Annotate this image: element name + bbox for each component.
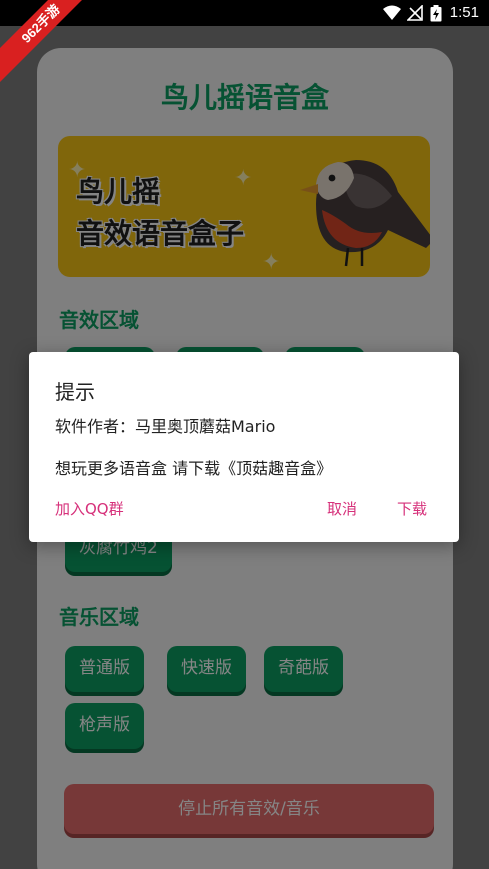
join-qq-group-button[interactable]: 加入QQ群 xyxy=(55,498,124,519)
wifi-icon xyxy=(383,5,401,25)
dialog-author-text: 软件作者：马里奥顶蘑菇Mario xyxy=(55,417,276,436)
dialog-download-hint: 想玩更多语音盒 请下载《顶菇趣音盒》 xyxy=(55,459,333,478)
download-button[interactable]: 下载 xyxy=(397,498,427,519)
battery-charging-icon xyxy=(430,5,442,26)
dialog-title: 提示 xyxy=(55,380,95,404)
notice-dialog: 提示 软件作者：马里奥顶蘑菇Mario 想玩更多语音盒 请下载《顶菇趣音盒》 加… xyxy=(29,352,459,542)
no-signal-icon xyxy=(406,4,423,25)
cancel-button[interactable]: 取消 xyxy=(327,498,357,519)
status-time: 1:51 xyxy=(449,4,479,21)
